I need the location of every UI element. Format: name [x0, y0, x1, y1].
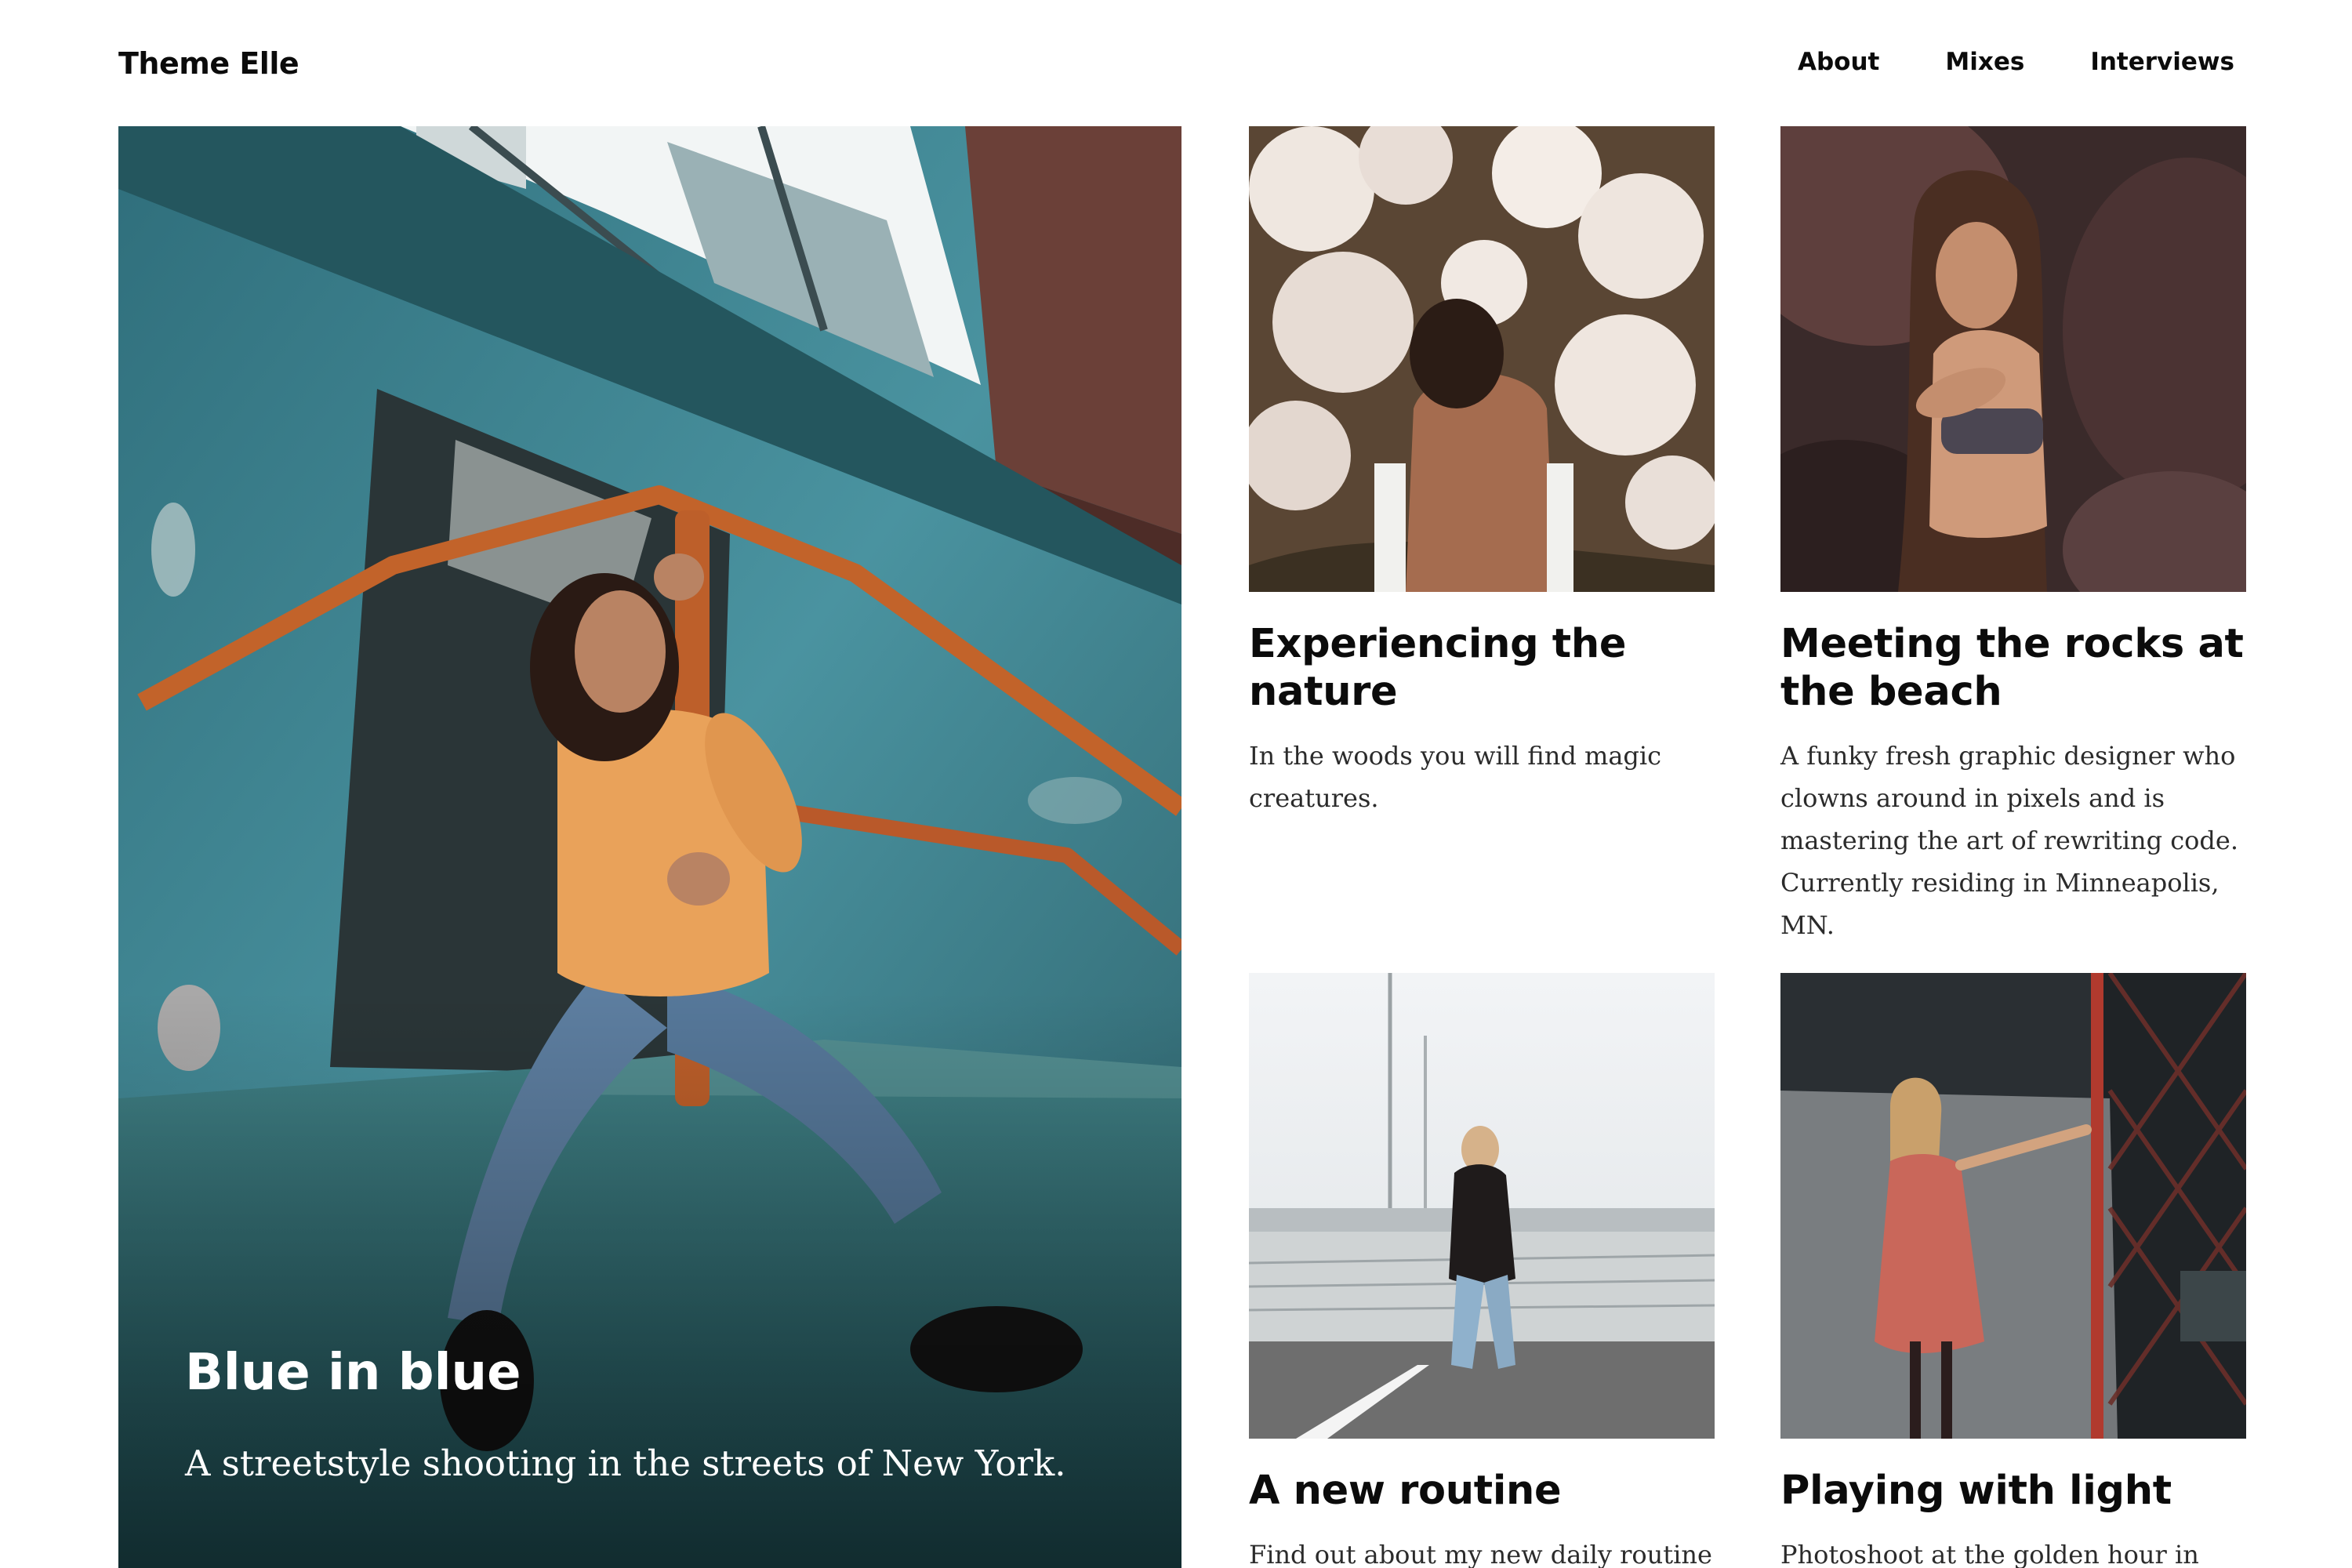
nav-interviews[interactable]: Interviews	[2090, 50, 2234, 74]
post-card[interactable]: Experiencing the nature In the woods you…	[1249, 126, 1715, 819]
post-excerpt: Find out about my new daily routine	[1249, 1540, 1712, 1568]
post-title[interactable]: Playing with light	[1780, 1467, 2246, 1515]
post-card[interactable]: A new routine Find out about my new dail…	[1249, 973, 1715, 1568]
post-excerpt: A funky fresh graphic designer who clown…	[1780, 741, 2238, 941]
main-nav: About Mixes Interviews	[1798, 50, 2234, 74]
post-card[interactable]: Meeting the rocks at the beach A funky f…	[1780, 126, 2246, 946]
post-thumbnail[interactable]	[1249, 126, 1715, 592]
post-title[interactable]: Experiencing the nature	[1249, 620, 1715, 716]
nav-about[interactable]: About	[1798, 50, 1879, 74]
featured-post-description: A streetstyle shooting in the streets of…	[185, 1443, 1066, 1484]
post-thumbnail[interactable]	[1780, 973, 2246, 1439]
post-title[interactable]: A new routine	[1249, 1467, 1715, 1515]
page: Theme Elle About Mixes Interviews Blue i…	[0, 0, 2352, 1568]
post-title[interactable]: Meeting the rocks at the beach	[1780, 620, 2246, 716]
featured-post-title[interactable]: Blue in blue	[185, 1345, 521, 1401]
post-thumbnail[interactable]	[1780, 126, 2246, 592]
post-excerpt: In the woods you will find magic creatur…	[1249, 741, 1662, 814]
featured-post-card[interactable]: Blue in blue A streetstyle shooting in t…	[118, 126, 1181, 1568]
post-thumbnail[interactable]	[1249, 973, 1715, 1439]
post-excerpt: Photoshoot at the golden hour in	[1780, 1540, 2199, 1568]
nav-mixes[interactable]: Mixes	[1945, 50, 2024, 74]
post-card[interactable]: Playing with light Photoshoot at the gol…	[1780, 973, 2246, 1568]
site-brand[interactable]: Theme Elle	[118, 49, 299, 78]
